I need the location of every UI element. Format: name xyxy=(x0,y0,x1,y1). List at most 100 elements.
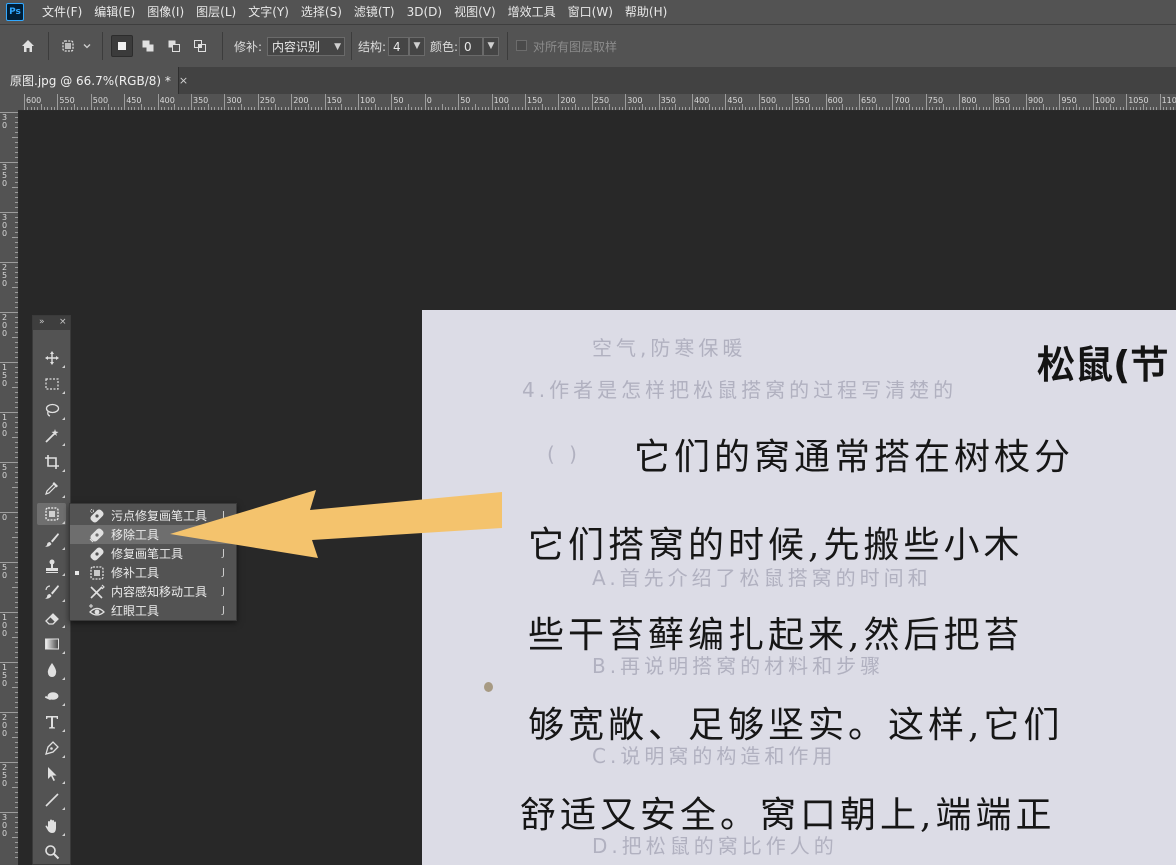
ruler-minor-tick xyxy=(1169,107,1171,110)
menu-plugins[interactable]: 增效工具 xyxy=(502,0,562,24)
ruler-minor-tick xyxy=(64,107,66,110)
document-tab[interactable]: 原图.jpg @ 66.7%(RGB/8) * × xyxy=(0,67,188,94)
ruler-minor-tick xyxy=(628,107,630,110)
ruler-major-tick xyxy=(1026,94,1027,110)
ruler-minor-tick xyxy=(631,107,633,110)
type-tool[interactable] xyxy=(37,711,66,733)
menu-window[interactable]: 窗口(W) xyxy=(562,0,619,24)
flyout-item-red-eye[interactable]: 红眼工具 J xyxy=(70,601,236,620)
patch-tool-icon xyxy=(89,565,105,581)
close-icon[interactable]: × xyxy=(179,74,188,87)
structure-dropdown[interactable]: ▼ xyxy=(409,37,425,56)
expand-panel-icon[interactable]: » xyxy=(39,317,45,327)
color-dropdown[interactable]: ▼ xyxy=(483,37,499,56)
ruler-minor-tick xyxy=(1079,107,1081,110)
ruler-minor-tick xyxy=(748,107,750,110)
crop-tool[interactable] xyxy=(37,451,66,473)
ruler-minor-tick xyxy=(511,107,513,110)
subtract-selection-button[interactable] xyxy=(163,35,185,57)
lasso-tool[interactable] xyxy=(37,399,66,421)
home-button[interactable] xyxy=(17,35,39,57)
ruler-minor-tick xyxy=(889,107,891,110)
ruler-minor-tick xyxy=(170,107,172,110)
sample-all-layers-label: 对所有图层取样 xyxy=(533,40,618,54)
marquee-tool[interactable] xyxy=(37,373,66,395)
ruler-minor-tick xyxy=(471,107,473,110)
ruler-minor-tick xyxy=(15,297,18,298)
tools-panel-header[interactable]: » × xyxy=(33,316,70,330)
hand-tool[interactable] xyxy=(37,815,66,837)
tool-group-indicator xyxy=(62,729,65,732)
tool-group-indicator xyxy=(62,417,65,420)
dodge-tool[interactable] xyxy=(37,685,66,707)
ruler-minor-tick xyxy=(37,107,39,110)
close-panel-icon[interactable]: × xyxy=(59,317,67,327)
add-to-selection-button[interactable] xyxy=(137,35,159,57)
ruler-corner[interactable] xyxy=(0,94,18,110)
ruler-minor-tick xyxy=(15,317,18,318)
rectangular-marquee-icon xyxy=(44,378,59,390)
ruler-minor-tick xyxy=(15,797,18,798)
structure-input[interactable]: 4 xyxy=(388,37,409,56)
ruler-minor-tick xyxy=(621,107,623,110)
intersect-selection-button[interactable] xyxy=(189,35,211,57)
ruler-minor-tick xyxy=(969,107,971,110)
clone-stamp-tool[interactable] xyxy=(37,555,66,577)
new-selection-button[interactable] xyxy=(111,35,133,57)
ruler-minor-tick xyxy=(351,107,353,110)
line-tool[interactable] xyxy=(37,789,66,811)
ruler-minor-tick xyxy=(74,104,76,110)
patch-mode-select[interactable]: 内容识别 ▼ xyxy=(267,37,345,56)
patch-tool[interactable] xyxy=(37,503,66,525)
eraser-tool[interactable] xyxy=(37,607,66,629)
ruler-minor-tick xyxy=(15,182,18,183)
ruler-minor-tick xyxy=(982,107,984,110)
path-selection-tool[interactable] xyxy=(37,763,66,785)
menu-file[interactable]: 文件(F) xyxy=(36,0,88,24)
ruler-minor-tick xyxy=(274,104,276,110)
ruler-minor-tick xyxy=(15,857,18,858)
ruler-minor-tick xyxy=(1022,107,1024,110)
color-input[interactable]: 0 xyxy=(459,37,483,56)
pen-tool[interactable] xyxy=(37,737,66,759)
eyedropper-tool[interactable] xyxy=(37,477,66,499)
brush-tool[interactable] xyxy=(37,529,66,551)
ruler-minor-tick xyxy=(347,107,349,110)
ruler-minor-tick xyxy=(15,667,18,668)
history-brush-tool[interactable] xyxy=(37,581,66,603)
menu-layer[interactable]: 图层(L) xyxy=(190,0,242,24)
flyout-item-content-aware-move[interactable]: 内容感知移动工具 J xyxy=(70,582,236,601)
tool-preset-dropdown[interactable] xyxy=(80,35,94,57)
zoom-tool[interactable] xyxy=(37,841,66,863)
document-canvas-image[interactable]: 空气,防寒保暖 4.作者是怎样把松鼠搭窝的过程写清楚的 ( ) A.首先介绍了松… xyxy=(422,310,1176,865)
sample-all-layers-checkbox[interactable] xyxy=(516,40,527,51)
ruler-minor-tick xyxy=(15,827,18,828)
horizontal-ruler[interactable]: 600 550 500 450 400 350 300 250 200 150 100 50 0 50 10… xyxy=(18,94,1176,111)
flyout-item-shortcut: J xyxy=(222,586,225,597)
tool-group-indicator xyxy=(62,547,65,550)
ruler-minor-tick xyxy=(1149,107,1151,110)
vertical-ruler[interactable]: 3 0 3 5 0 3 0 0 2 5 0 2 0 0 1 5 0 1 0 0 5 0 0 5 0… xyxy=(0,110,19,865)
photoshop-logo-icon[interactable]: Ps xyxy=(6,3,24,21)
ruler-minor-tick xyxy=(1056,107,1058,110)
ruler-minor-tick xyxy=(1082,107,1084,110)
ruler-minor-tick xyxy=(909,104,911,110)
ruler-minor-tick xyxy=(15,777,18,778)
ruler-minor-tick xyxy=(772,107,774,110)
ruler-minor-tick xyxy=(568,107,570,110)
menu-view[interactable]: 视图(V) xyxy=(448,0,502,24)
menu-3d[interactable]: 3D(D) xyxy=(401,0,448,24)
move-tool[interactable] xyxy=(37,347,66,369)
menu-help[interactable]: 帮助(H) xyxy=(619,0,673,24)
ruler-minor-tick xyxy=(1072,107,1074,110)
menu-select[interactable]: 选择(S) xyxy=(295,0,348,24)
menu-type[interactable]: 文字(Y) xyxy=(242,0,295,24)
menu-filter[interactable]: 滤镜(T) xyxy=(348,0,401,24)
blur-tool[interactable] xyxy=(37,659,66,681)
gradient-tool[interactable] xyxy=(37,633,66,655)
menu-image[interactable]: 图像(I) xyxy=(141,0,190,24)
ruler-minor-tick xyxy=(661,107,663,110)
menu-edit[interactable]: 编辑(E) xyxy=(88,0,141,24)
quick-selection-tool[interactable] xyxy=(37,425,66,447)
tool-preset-button[interactable] xyxy=(57,35,79,57)
